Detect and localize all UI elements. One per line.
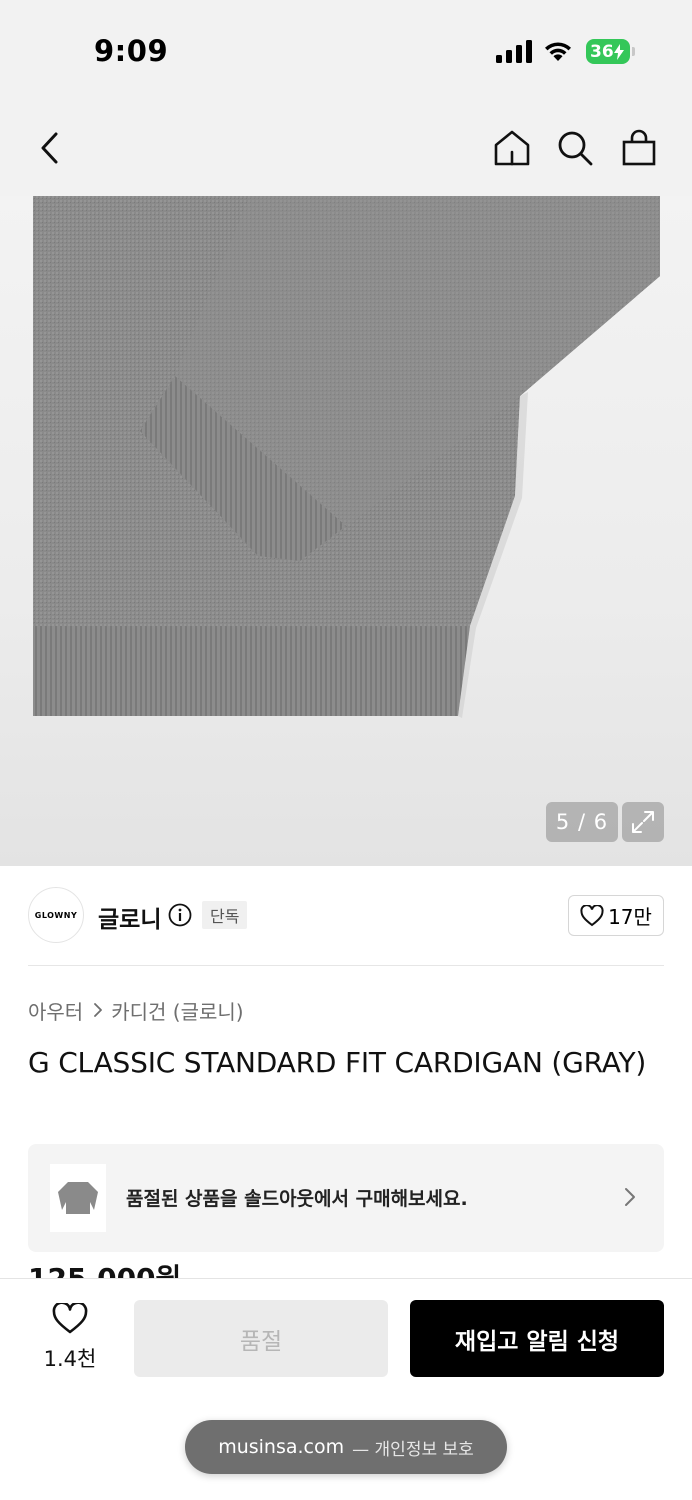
- expand-icon: [632, 811, 654, 833]
- restock-alert-button[interactable]: 재입고 알림 신청: [410, 1300, 664, 1377]
- search-button[interactable]: [553, 126, 597, 170]
- soldout-resale-banner[interactable]: 품절된 상품을 솔드아웃에서 구매해보세요.: [28, 1144, 664, 1252]
- brand-logo[interactable]: GLOWNY: [28, 887, 84, 943]
- breadcrumb-subcategory[interactable]: 카디건 (글로니): [111, 996, 243, 1025]
- brand-row: GLOWNY 글로니 단독 17만: [28, 886, 664, 944]
- product-image: [33, 196, 660, 718]
- divider: [28, 965, 664, 966]
- battery-tip: [632, 47, 635, 56]
- product-price: 125,000원: [28, 1262, 181, 1278]
- breadcrumb-category[interactable]: 아우터: [28, 996, 83, 1025]
- brand-like-button[interactable]: 17만: [568, 895, 664, 936]
- home-icon: [494, 130, 530, 166]
- battery-indicator: 36: [586, 39, 636, 64]
- info-icon[interactable]: [168, 903, 192, 927]
- wishlist-button[interactable]: 1.4천: [36, 1301, 104, 1373]
- status-bar: 9:09 36: [0, 0, 692, 100]
- brand-name[interactable]: 글로니: [98, 900, 161, 934]
- exclusive-badge: 단독: [202, 901, 248, 929]
- chevron-right-icon: [93, 1002, 103, 1018]
- search-icon: [558, 131, 593, 166]
- battery-level: 36: [586, 39, 630, 64]
- image-counter: 5 / 6: [546, 802, 618, 842]
- banner-text: 품절된 상품을 솔드아웃에서 구매해보세요.: [126, 1188, 468, 1210]
- heart-icon: [52, 1301, 88, 1334]
- navigation-bar: [0, 100, 692, 196]
- chevron-left-icon: [41, 132, 58, 164]
- expand-image-button[interactable]: [622, 802, 664, 842]
- sweater-icon: [58, 1182, 98, 1214]
- cellular-signal-icon: [496, 40, 532, 63]
- chevron-right-icon: [625, 1188, 635, 1206]
- home-button[interactable]: [490, 126, 534, 170]
- breadcrumb: 아우터 카디건 (글로니): [28, 996, 244, 1024]
- soldout-button: 품절: [134, 1300, 388, 1377]
- cart-button[interactable]: [617, 126, 661, 170]
- url-domain: musinsa.com: [218, 1436, 345, 1458]
- product-title: G CLASSIC STANDARD FIT CARDIGAN (GRAY): [28, 1046, 647, 1079]
- url-privacy-note: — 개인정보 보호: [352, 1439, 474, 1460]
- status-time: 9:09: [94, 34, 169, 68]
- brand-like-count: 17만: [608, 905, 652, 929]
- heart-icon: [580, 904, 604, 926]
- back-button[interactable]: [28, 126, 72, 170]
- wifi-icon: [545, 42, 571, 61]
- shopping-bag-icon: [622, 129, 656, 166]
- banner-thumbnail: [50, 1164, 106, 1232]
- wishlist-count: 1.4천: [43, 1347, 97, 1371]
- charging-bolt-icon: [613, 43, 624, 60]
- browser-url-pill[interactable]: musinsa.com — 개인정보 보호: [185, 1420, 507, 1474]
- product-image-gallery[interactable]: 5 / 6: [0, 196, 692, 866]
